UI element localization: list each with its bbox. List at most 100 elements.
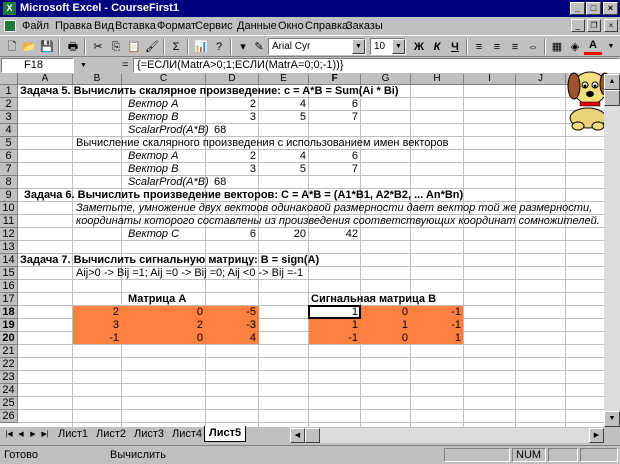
tab-sheet5[interactable]: Лист5 — [204, 426, 247, 442]
cell-f12[interactable]: 42 — [309, 228, 358, 241]
named-vectors-note[interactable]: Вычисление скалярного произведения с исп… — [76, 137, 448, 150]
font-name-select[interactable]: Arial Cyr ▼ — [268, 38, 366, 55]
matrix-a-cell[interactable]: 2 — [73, 306, 119, 319]
matrix-a-title[interactable]: Матрица A — [128, 293, 186, 306]
row-header-10[interactable]: 10 — [0, 202, 18, 215]
matrix-b-cell[interactable]: -1 — [411, 319, 461, 332]
help-icon[interactable]: ? — [210, 39, 228, 55]
row-header-6[interactable]: 6 — [0, 150, 18, 163]
name-box[interactable]: F18 — [1, 58, 74, 73]
prev-sheet-icon[interactable]: ◀ — [15, 429, 27, 441]
matrix-b-cell[interactable]: 0 — [361, 306, 408, 319]
select-all-button[interactable] — [0, 74, 18, 85]
cell-d12[interactable]: 6 — [206, 228, 256, 241]
column-header-e[interactable]: E — [259, 74, 309, 85]
matrix-b-cell[interactable]: -1 — [309, 332, 358, 345]
row-header-20[interactable]: 20 — [0, 332, 18, 345]
row-header-24[interactable]: 24 — [0, 384, 18, 397]
matrix-a-cell[interactable]: -1 — [73, 332, 119, 345]
format-painter-icon[interactable]: 🖌 — [143, 39, 161, 55]
task6-title[interactable]: Задача 6. Вычислить произведение векторо… — [24, 189, 463, 202]
vector-b-label[interactable]: Вектор B — [128, 111, 178, 124]
first-sheet-icon[interactable]: |◀ — [3, 429, 15, 441]
row-header-22[interactable]: 22 — [0, 358, 18, 371]
menu-format[interactable]: Формат — [157, 17, 196, 35]
chart-wizard-icon[interactable]: 📊 — [192, 39, 210, 55]
row-header-15[interactable]: 15 — [0, 267, 18, 280]
chevron-down-icon[interactable]: ▼ — [77, 58, 90, 73]
chevron-down-icon[interactable]: ▼ — [352, 39, 365, 54]
matrix-b-cell[interactable]: 1 — [361, 319, 408, 332]
column-header-a[interactable]: A — [18, 74, 73, 85]
underline-button[interactable]: Ч — [446, 39, 464, 55]
worksheet-grid[interactable]: A B C D E F G H I J 1 2 3 4 5 6 7 8 9 10… — [0, 74, 604, 427]
row-header-19[interactable]: 19 — [0, 319, 18, 332]
vector-c-label[interactable]: Вектор C — [128, 228, 179, 241]
save-icon[interactable]: 💾 — [38, 39, 56, 55]
vector-b-label[interactable]: Вектор B — [128, 163, 178, 176]
cell-f3[interactable]: 7 — [309, 111, 358, 124]
row-header-9[interactable]: 9 — [0, 189, 18, 202]
matrix-a-cell[interactable]: 0 — [122, 306, 203, 319]
row-header-4[interactable]: 4 — [0, 124, 18, 137]
row-header-17[interactable]: 17 — [0, 293, 18, 306]
cell-d3[interactable]: 3 — [206, 111, 256, 124]
column-header-c[interactable]: C — [122, 74, 206, 85]
workbook-icon[interactable] — [4, 20, 16, 32]
row-header-11[interactable]: 11 — [0, 215, 18, 228]
doc-minimize-button[interactable]: _ — [571, 19, 585, 32]
cell-e2[interactable]: 4 — [259, 98, 306, 111]
row-header-16[interactable]: 16 — [0, 280, 18, 293]
scroll-thumb[interactable] — [305, 428, 320, 443]
cell-d8[interactable]: 68 — [214, 176, 226, 189]
matrix-a-cell[interactable]: 4 — [206, 332, 256, 345]
matrix-b-cell[interactable]: 1 — [411, 332, 461, 345]
cell-e6[interactable]: 4 — [259, 150, 306, 163]
matrix-b-cell[interactable]: 0 — [361, 332, 408, 345]
print-icon[interactable]: 🖶 — [64, 39, 82, 55]
column-header-g[interactable]: G — [361, 74, 411, 85]
row-header-12[interactable]: 12 — [0, 228, 18, 241]
menu-data[interactable]: Данные — [237, 17, 277, 35]
column-header-f[interactable]: F — [309, 74, 361, 85]
column-header-j[interactable]: J — [516, 74, 566, 85]
menu-file[interactable]: Файл — [22, 17, 49, 35]
scroll-thumb[interactable] — [604, 90, 620, 106]
borders-icon[interactable]: ▦ — [548, 39, 566, 55]
tab-sheet1[interactable]: Лист1 — [54, 427, 92, 442]
copy-icon[interactable]: ⎘ — [107, 39, 125, 55]
font-size-select[interactable]: 10 ▼ — [370, 38, 406, 55]
cell-d2[interactable]: 2 — [206, 98, 256, 111]
column-header-h[interactable]: H — [411, 74, 464, 85]
task5-title[interactable]: Задача 5. Вычислить скалярное произведен… — [20, 85, 399, 98]
row-header-21[interactable]: 21 — [0, 345, 18, 358]
scalar-prod-label[interactable]: ScalarProd(A*B) — [128, 176, 209, 189]
cell-d7[interactable]: 3 — [206, 163, 256, 176]
close-button[interactable]: × — [603, 2, 618, 15]
column-header-b[interactable]: B — [73, 74, 122, 85]
matrix-a-cell[interactable]: 2 — [122, 319, 203, 332]
new-icon[interactable]: 🗋 — [3, 39, 21, 55]
row-header-26[interactable]: 26 — [0, 410, 18, 423]
formula-input[interactable]: {=ЕСЛИ(MatrA>0;1;ЕСЛИ(MatrA=0;0;-1))} — [133, 58, 620, 73]
autosum-button[interactable]: Σ — [167, 39, 185, 55]
horizontal-scrollbar[interactable]: ◀ ▶ — [290, 428, 604, 443]
column-header-i[interactable]: I — [464, 74, 516, 85]
bold-button[interactable]: Ж — [410, 39, 428, 55]
row-header-23[interactable]: 23 — [0, 371, 18, 384]
cell-e3[interactable]: 5 — [259, 111, 306, 124]
menu-help[interactable]: Справка — [305, 17, 348, 35]
menu-tools[interactable]: Сервис — [195, 17, 233, 35]
menu-view[interactable]: Вид — [94, 17, 114, 35]
minimize-button[interactable]: _ — [570, 2, 585, 15]
last-sheet-icon[interactable]: ▶| — [39, 429, 51, 441]
menu-window[interactable]: Окно — [278, 17, 304, 35]
menu-edit[interactable]: Правка — [55, 17, 92, 35]
scalar-prod-label[interactable]: ScalarProd(A*B) — [128, 124, 209, 137]
row-header-7[interactable]: 7 — [0, 163, 18, 176]
drawing-icon[interactable]: ✎ — [250, 39, 268, 55]
cell-e7[interactable]: 5 — [259, 163, 306, 176]
row-header-1[interactable]: 1 — [0, 85, 18, 98]
next-sheet-icon[interactable]: ▶ — [27, 429, 39, 441]
align-right-icon[interactable]: ≡ — [506, 39, 524, 55]
